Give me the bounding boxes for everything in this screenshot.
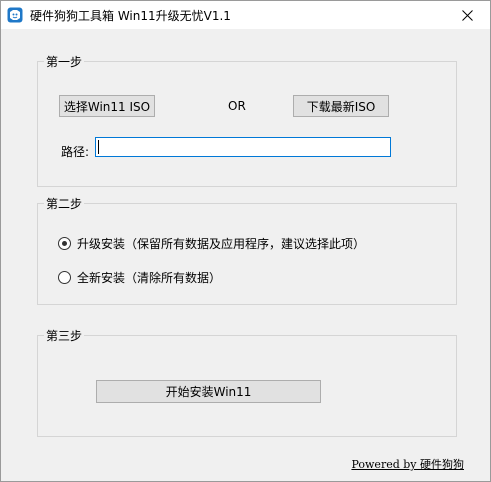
download-iso-button[interactable]: 下载最新ISO xyxy=(293,95,389,117)
step1-label: 第一步 xyxy=(44,54,85,70)
path-label: 路径: xyxy=(61,145,90,159)
clean-install-label: 全新安装（清除所有数据） xyxy=(77,271,222,285)
start-install-button[interactable]: 开始安装Win11 xyxy=(96,380,321,403)
close-button[interactable] xyxy=(444,1,490,29)
path-field-wrap xyxy=(95,137,391,157)
select-iso-button[interactable]: 选择Win11 ISO xyxy=(59,95,155,117)
step2-label: 第二步 xyxy=(44,196,85,212)
step3-label: 第三步 xyxy=(44,328,85,344)
app-logo-icon xyxy=(7,7,23,23)
upgrade-install-option[interactable]: 升级安装（保留所有数据及应用程序，建议选择此项） xyxy=(58,235,365,252)
path-input[interactable] xyxy=(95,137,391,157)
step1-group: 第一步 xyxy=(37,54,457,187)
radio-unchecked-icon[interactable] xyxy=(58,271,71,284)
app-window: 硬件狗狗工具箱 Win11升级无忧V1.1 第一步 选择Win11 ISO OR… xyxy=(0,0,491,482)
close-icon xyxy=(461,9,473,21)
window-title: 硬件狗狗工具箱 Win11升级无忧V1.1 xyxy=(30,9,231,23)
step2-group: 第二步 xyxy=(37,196,457,305)
title-bar[interactable]: 硬件狗狗工具箱 Win11升级无忧V1.1 xyxy=(1,1,490,29)
radio-checked-icon[interactable] xyxy=(58,237,71,250)
upgrade-install-label: 升级安装（保留所有数据及应用程序，建议选择此项） xyxy=(77,237,366,251)
clean-install-option[interactable]: 全新安装（清除所有数据） xyxy=(58,269,221,286)
text-cursor xyxy=(98,140,99,154)
powered-by-link[interactable]: Powered by 硬件狗狗 xyxy=(351,456,464,472)
or-text: OR xyxy=(228,99,246,113)
